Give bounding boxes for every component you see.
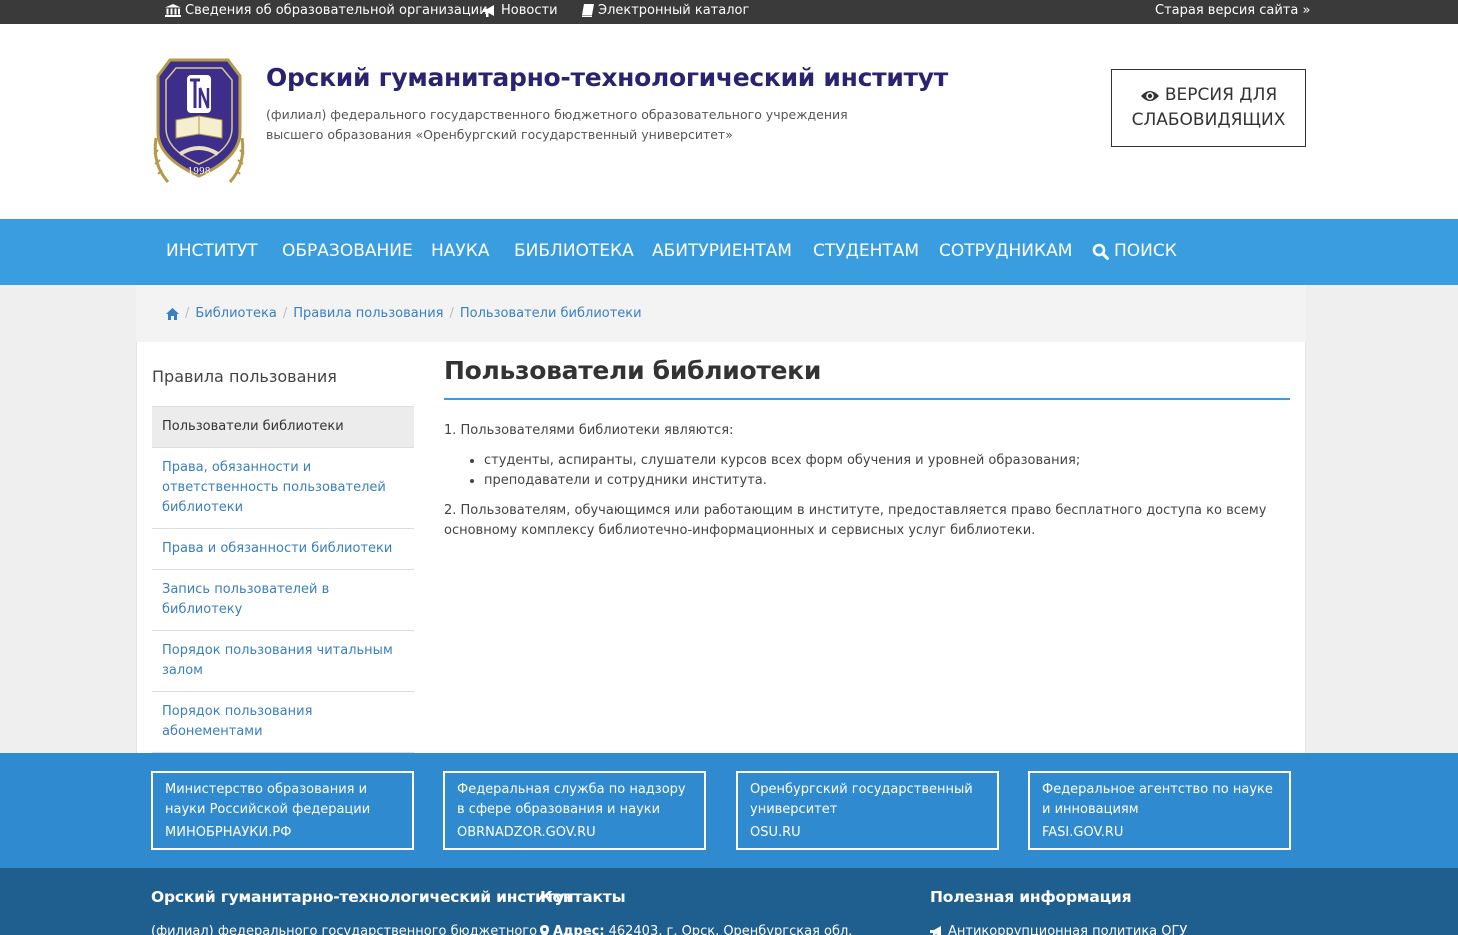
list-item: студенты, аспиранты, слушатели курсов вс… <box>484 451 1290 471</box>
low-vision-label-1: ВЕРСИЯ ДЛЯ <box>1164 85 1278 105</box>
sidebar-item-user-rights[interactable]: Права, обязанности и ответственность пол… <box>152 448 414 529</box>
book-icon <box>582 4 594 17</box>
org-info-label: Сведения об образовательной организации <box>185 3 488 18</box>
news-link[interactable]: Новости <box>483 3 558 18</box>
footer-useful-title: Полезная информация <box>930 888 1132 906</box>
partner-link: OBRNADZOR.GOV.RU <box>457 825 596 840</box>
bullhorn-icon <box>483 4 494 17</box>
map-marker-icon <box>540 925 549 935</box>
sidebar-item-library-rights[interactable]: Права и обязанности библиотеки <box>152 529 414 570</box>
nav-item-science[interactable]: НАУКА <box>431 241 489 261</box>
nav-item-students[interactable]: СТУДЕНТАМ <box>813 241 919 261</box>
partner-fasi[interactable]: Федеральное агентство по науке и инновац… <box>1028 771 1291 850</box>
partner-obrnadzor[interactable]: Федеральная служба по надзору в сфере об… <box>443 771 706 850</box>
breadcrumb-separator: / <box>449 306 454 321</box>
sidebar-item-registration[interactable]: Запись пользователей в библиотеку <box>152 570 414 631</box>
nav-item-applicants[interactable]: АБИТУРИЕНТАМ <box>652 241 792 261</box>
address-label: Адрес: <box>553 924 605 935</box>
footer-address: Адрес: 462403, г. Орск, Оренбургская обл… <box>540 924 852 935</box>
main-navigation: ИНСТИТУТ ОБРАЗОВАНИЕ НАУКА БИБЛИОТЕКА АБ… <box>0 219 1458 285</box>
org-info-link[interactable]: Сведения об образовательной организации <box>165 3 488 18</box>
nav-item-education[interactable]: ОБРАЗОВАНИЕ <box>282 241 413 261</box>
bullhorn-icon <box>930 925 941 935</box>
site-title[interactable]: Орский гуманитарно-технологический инсти… <box>266 63 948 92</box>
partner-description: Министерство образования и науки Российс… <box>165 782 371 817</box>
site-subtitle: (филиал) федерального государственного б… <box>266 107 848 142</box>
catalog-link[interactable]: Электронный каталог <box>582 3 749 18</box>
partner-description: Оренбургский государственный университет <box>750 782 973 817</box>
breadcrumb: / Библиотека / Правила пользования / Пол… <box>136 285 1306 342</box>
old-version-label: Старая версия сайта » <box>1155 3 1311 18</box>
paragraph-1: 1. Пользователями библиотеки являются: <box>444 423 734 438</box>
partner-link: МИНОБРНАУКИ.РФ <box>165 825 292 840</box>
home-icon <box>166 307 179 320</box>
sidebar-title: Правила пользования <box>152 367 337 386</box>
partner-description: Федеральная служба по надзору в сфере об… <box>457 782 686 817</box>
partner-description: Федеральное агентство по науке и инновац… <box>1042 782 1273 817</box>
nav-item-institute[interactable]: ИНСТИТУТ <box>166 241 258 261</box>
footer: Орский гуманитарно-технологический инсти… <box>0 868 1458 935</box>
institution-icon <box>165 4 181 17</box>
sidebar-item-lending[interactable]: Порядок пользования абонементами <box>152 692 414 753</box>
partner-osu[interactable]: Оренбургский государственный университет… <box>736 771 999 850</box>
partner-minobrnauki[interactable]: Министерство образования и науки Российс… <box>151 771 414 850</box>
page-title: Пользователи библиотеки <box>444 356 822 385</box>
old-version-link[interactable]: Старая версия сайта » <box>1155 3 1310 18</box>
catalog-label: Электронный каталог <box>598 3 750 18</box>
footer-contacts-title: Контакты <box>540 888 626 906</box>
sidebar-menu: Пользователи библиотеки Права, обязаннос… <box>152 406 414 753</box>
breadcrumb-library[interactable]: Библиотека <box>195 306 277 321</box>
title-divider <box>444 398 1290 400</box>
search-icon <box>1092 243 1109 260</box>
footer-institute-text: (филиал) федерального государственного б… <box>151 924 538 935</box>
nav-item-staff[interactable]: СОТРУДНИКАМ <box>939 241 1072 261</box>
breadcrumb-home[interactable] <box>166 307 179 320</box>
sidebar-item-reading-room[interactable]: Порядок пользования читальным залом <box>152 631 414 692</box>
address-text: 462403, г. Орск, Оренбургская обл. <box>608 924 853 935</box>
article-body: 1. Пользователями библиотеки являются: с… <box>444 421 1290 551</box>
top-bar: Сведения об образовательной организации … <box>0 0 1458 24</box>
low-vision-button[interactable]: ВЕРСИЯ ДЛЯ СЛАБОВИДЯЩИХ <box>1111 69 1306 147</box>
institute-logo[interactable]: 1998 <box>150 54 248 188</box>
footer-institute-title: Орский гуманитарно-технологический инсти… <box>151 888 574 906</box>
partner-link: FASI.GOV.RU <box>1042 825 1124 840</box>
sidebar-item-users[interactable]: Пользователи библиотеки <box>152 407 414 448</box>
users-list: студенты, аспиранты, слушатели курсов вс… <box>484 451 1290 491</box>
logo-year: 1998 <box>188 167 211 177</box>
nav-item-search[interactable]: ПОИСК <box>1092 241 1177 261</box>
paragraph-2: 2. Пользователям, обучающимся или работа… <box>444 503 1267 538</box>
low-vision-label-2: СЛАБОВИДЯЩИХ <box>1131 110 1286 130</box>
breadcrumb-separator: / <box>282 306 288 321</box>
nav-search-label: ПОИСК <box>1114 241 1177 261</box>
partner-links-bar: Министерство образования и науки Российс… <box>0 753 1458 868</box>
breadcrumb-separator: / <box>185 306 190 321</box>
nav-item-library[interactable]: БИБЛИОТЕКА <box>514 241 634 261</box>
partner-link: OSU.RU <box>750 825 801 840</box>
anticorruption-label: Антикоррупционная политика ОГУ <box>948 924 1188 935</box>
footer-anticorruption-link[interactable]: Антикоррупционная политика ОГУ <box>930 924 1187 935</box>
breadcrumb-rules[interactable]: Правила пользования <box>293 306 443 321</box>
eye-icon <box>1140 90 1159 101</box>
breadcrumb-current[interactable]: Пользователи библиотеки <box>460 306 642 321</box>
news-label: Новости <box>501 3 558 18</box>
list-item: преподаватели и сотрудники института. <box>484 471 1290 491</box>
